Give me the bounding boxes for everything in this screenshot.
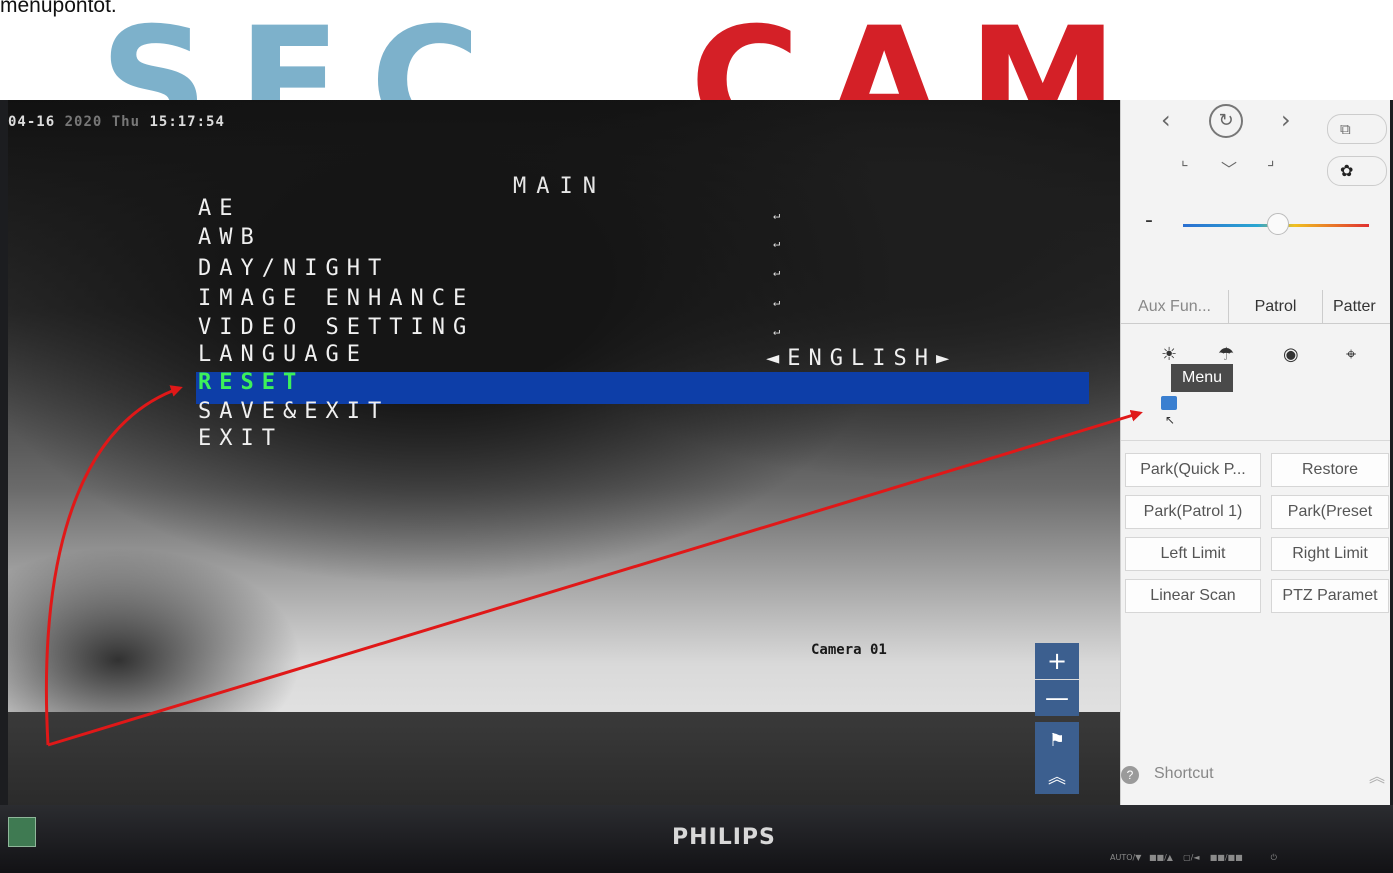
arrow-to-reset: [44, 385, 183, 746]
arrow-to-menu-icon: [47, 409, 1143, 747]
annotation-arrows: [44, 385, 1143, 747]
